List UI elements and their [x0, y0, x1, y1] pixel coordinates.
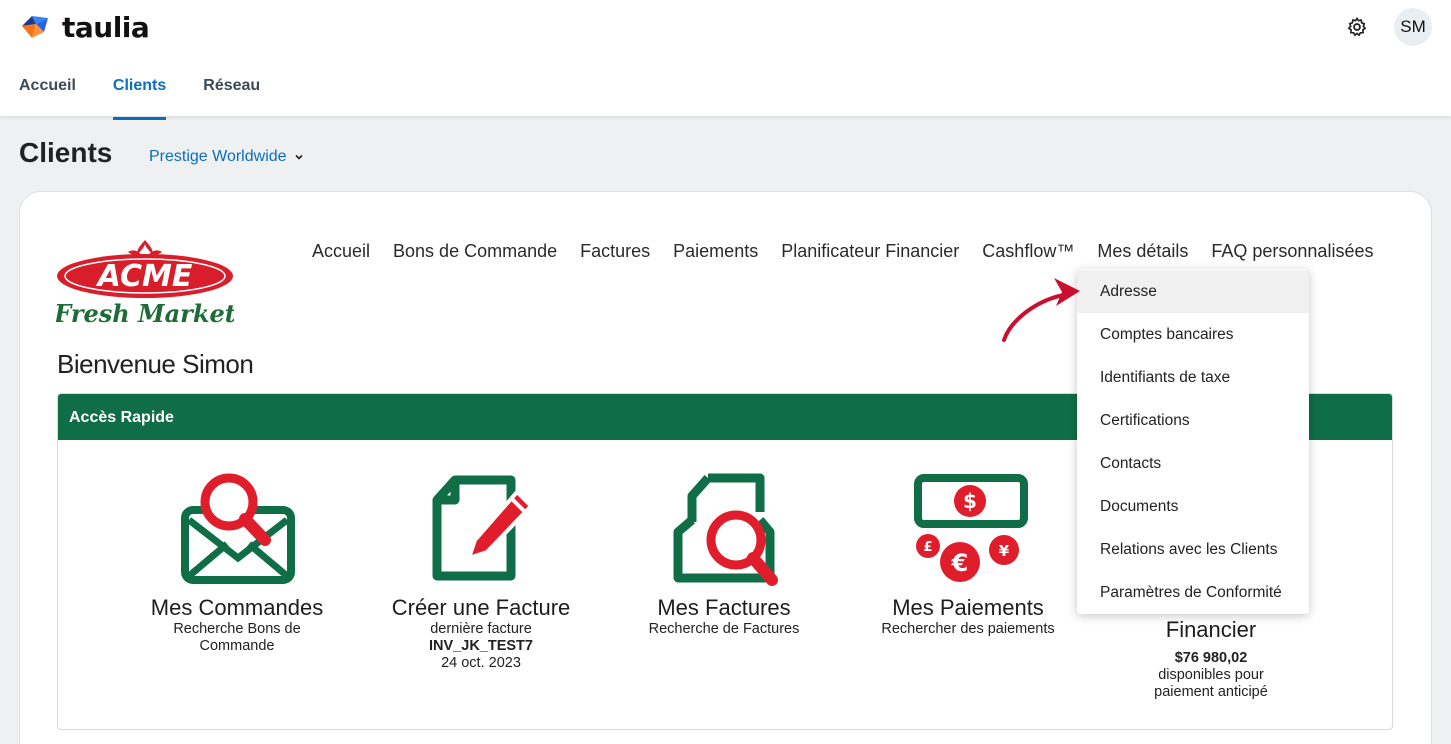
client-selector-label: Prestige Worldwide — [149, 148, 287, 165]
tile-subtitle: Rechercher des paiements — [881, 621, 1055, 637]
mes-details-dropdown: Adresse Comptes bancaires Identifiants d… — [1077, 269, 1309, 614]
portal-nav-paiements[interactable]: Paiements — [673, 241, 758, 262]
svg-text:¥: ¥ — [999, 542, 1010, 560]
acme-logo-text: ACME — [96, 259, 193, 294]
create-invoice-icon — [432, 475, 534, 581]
acme-fresh-market-logo: ACME Fresh Market — [56, 240, 234, 328]
chevron-down-icon — [294, 154, 303, 160]
menu-item-comptes-bancaires[interactable]: Comptes bancaires — [1077, 313, 1309, 356]
tile-title: Mes Paiements — [892, 595, 1044, 620]
portal-nav-planificateur[interactable]: Planificateur Financier — [781, 241, 959, 262]
menu-item-documents[interactable]: Documents — [1077, 485, 1309, 528]
tile-creer-facture[interactable]: Créer une Facture dernière facture INV_J… — [391, 472, 571, 672]
menu-item-certifications[interactable]: Certifications — [1077, 399, 1309, 442]
last-invoice-number: INV_JK_TEST7 — [429, 638, 533, 654]
tile-subtitle: disponibles pour paiement anticipé — [1154, 667, 1268, 700]
acme-logo-tagline: Fresh Market — [56, 299, 234, 328]
tile-title: Mes Commandes — [150, 595, 324, 620]
main-nav: Accueil Clients Réseau — [19, 77, 297, 120]
portal-nav-mes-details[interactable]: Mes détails — [1097, 241, 1188, 262]
tab-reseau[interactable]: Réseau — [203, 77, 260, 107]
page-title: Clients — [19, 137, 113, 168]
svg-text:$: $ — [963, 489, 977, 513]
portal-nav-accueil[interactable]: Accueil — [312, 241, 370, 262]
tile-title: Financier — [1165, 617, 1257, 642]
portal-nav-faq[interactable]: FAQ personnalisées — [1211, 241, 1373, 262]
portal-nav-factures[interactable]: Factures — [580, 241, 650, 262]
menu-item-adresse[interactable]: Adresse — [1077, 270, 1309, 313]
menu-item-relations-clients[interactable]: Relations avec les Clients — [1077, 528, 1309, 571]
tile-title: Créer une Facture — [391, 595, 571, 620]
portal-nav-cashflow[interactable]: Cashflow™ — [982, 241, 1074, 262]
taulia-mark-icon — [22, 16, 48, 38]
gear-icon[interactable] — [1346, 16, 1368, 38]
client-selector[interactable]: Prestige Worldwide — [149, 148, 303, 166]
tile-subtitle: Recherche de Factures — [648, 621, 800, 637]
tab-clients[interactable]: Clients — [112, 77, 167, 120]
payments-icon: $ £ € ¥ — [914, 474, 1028, 582]
tile-title: Mes Factures — [657, 595, 791, 620]
tile-mes-paiements[interactable]: $ £ € ¥ Mes Paiements Rechercher des pai… — [878, 472, 1058, 638]
menu-item-parametres-conformite[interactable]: Paramètres de Conformité — [1077, 571, 1309, 614]
user-avatar[interactable]: SM — [1394, 8, 1432, 46]
welcome-message: Bienvenue Simon — [57, 349, 254, 379]
tile-mes-factures[interactable]: Mes Factures Recherche de Factures — [644, 472, 804, 638]
tile-subtitle: Recherche Bons de Commande — [173, 621, 301, 654]
svg-text:€: € — [951, 549, 969, 577]
portal-nav: Accueil Bons de Commande Factures Paieme… — [312, 241, 1396, 262]
taulia-logo[interactable]: taulia — [18, 10, 150, 44]
annotation-arrow-icon — [1002, 278, 1080, 342]
available-amount: $76 980,02 — [1174, 650, 1248, 666]
menu-item-identifiants-taxe[interactable]: Identifiants de taxe — [1077, 356, 1309, 399]
svg-text:£: £ — [923, 540, 932, 555]
tile-planificateur-financier[interactable]: Financier $76 980,02 disponibles pour pa… — [1131, 618, 1291, 701]
portal-nav-bons-de-commande[interactable]: Bons de Commande — [393, 241, 557, 262]
top-bar: taulia SM Accueil Clients Réseau — [0, 0, 1451, 120]
tab-accueil[interactable]: Accueil — [19, 77, 76, 107]
tile-mes-commandes[interactable]: Mes Commandes Recherche Bons de Commande — [137, 472, 337, 655]
orders-search-icon — [181, 473, 295, 584]
tile-subtitle: dernière facture — [430, 621, 532, 637]
last-invoice-date: 24 oct. 2023 — [441, 655, 521, 671]
invoice-search-icon — [673, 473, 778, 586]
brand-name: taulia — [62, 10, 150, 44]
menu-item-contacts[interactable]: Contacts — [1077, 442, 1309, 485]
